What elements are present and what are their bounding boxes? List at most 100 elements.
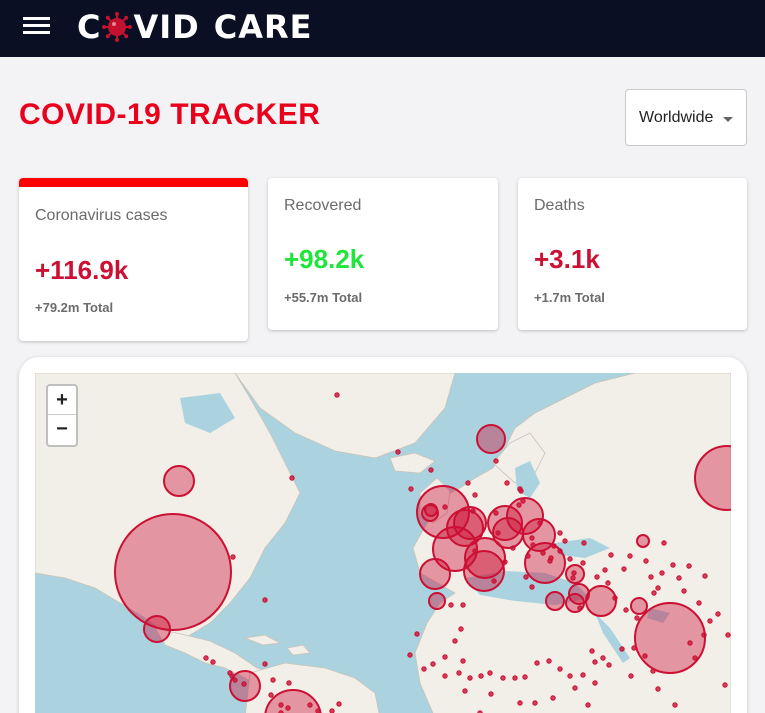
case-circle[interactable] [448,602,454,608]
case-circle[interactable] [550,695,556,701]
zoom-out-button[interactable]: − [48,415,76,444]
case-circle[interactable] [453,506,487,540]
case-circle[interactable] [395,449,401,455]
case-circle[interactable] [594,574,600,580]
case-circle[interactable] [659,570,665,576]
case-circle[interactable] [516,502,522,508]
case-circle[interactable] [430,661,436,667]
case-circle[interactable] [270,677,276,683]
case-circle[interactable] [232,677,238,683]
case-circle[interactable] [581,540,587,546]
case-circle[interactable] [414,631,420,637]
case-circle[interactable] [472,548,478,554]
case-circle[interactable] [520,498,526,504]
case-circle[interactable] [478,673,484,679]
world-map[interactable] [35,373,731,713]
case-circle[interactable] [442,654,448,660]
case-circle[interactable] [557,530,563,536]
case-circle[interactable] [488,691,494,697]
case-circle[interactable] [643,558,649,564]
case-circle[interactable] [334,392,340,398]
case-circle[interactable] [545,591,565,611]
case-circle[interactable] [661,540,667,546]
case-circle[interactable] [307,702,313,708]
case-circle[interactable] [562,538,568,544]
case-circle[interactable] [655,686,661,692]
case-circle[interactable] [442,673,448,679]
case-circle[interactable] [463,550,505,592]
case-circle[interactable] [572,685,578,691]
case-circle[interactable] [630,597,648,615]
case-circle[interactable] [589,648,595,654]
case-circle[interactable] [707,618,713,624]
case-circle[interactable] [557,548,563,554]
cases-card[interactable]: Coronavirus cases +116.9k +79.2m Total [19,178,248,341]
case-circle[interactable] [602,567,608,573]
case-circle[interactable] [530,542,536,548]
case-circle[interactable] [612,595,618,601]
case-circle[interactable] [546,658,552,664]
case-circle[interactable] [452,638,458,644]
case-circle[interactable] [686,563,692,569]
case-circle[interactable] [642,653,648,659]
case-circle[interactable] [407,652,413,658]
case-circle[interactable] [619,646,625,652]
case-circle[interactable] [725,632,731,638]
case-circle[interactable] [114,513,232,631]
case-circle[interactable] [696,600,702,606]
case-circle[interactable] [540,550,546,556]
case-circle[interactable] [567,673,573,679]
case-circle[interactable] [548,555,554,561]
case-circle[interactable] [329,708,335,713]
country-select[interactable]: Worldwide [625,89,747,146]
case-circle[interactable] [424,503,438,517]
case-circle[interactable] [419,558,451,590]
case-circle[interactable] [510,545,516,551]
case-circle[interactable] [336,701,342,707]
case-circle[interactable] [577,605,583,611]
case-circle[interactable] [230,554,236,560]
case-circle[interactable] [621,566,627,572]
case-circle[interactable] [523,574,529,580]
case-circle[interactable] [512,675,518,681]
case-circle[interactable] [571,570,577,576]
deaths-card[interactable]: Deaths +3.1k +1.7m Total [518,178,747,330]
case-circle[interactable] [163,465,195,497]
case-circle[interactable] [289,475,295,481]
case-circle[interactable] [456,670,462,676]
case-circle[interactable] [285,705,291,711]
case-circle[interactable] [462,688,468,694]
case-circle[interactable] [460,602,466,608]
case-circle[interactable] [203,655,209,661]
case-circle[interactable] [715,611,721,617]
case-circle[interactable] [634,602,706,674]
case-circle[interactable] [529,535,535,541]
case-circle[interactable] [636,534,650,548]
case-circle[interactable] [504,480,510,486]
case-circle[interactable] [467,675,473,681]
case-circle[interactable] [585,585,617,617]
case-circle[interactable] [605,580,611,586]
case-circle[interactable] [567,556,573,562]
case-circle[interactable] [600,655,606,661]
recovered-card[interactable]: Recovered +98.2k +55.7m Total [268,178,498,330]
case-circle[interactable] [655,585,661,591]
case-circle[interactable] [262,661,268,667]
case-circle[interactable] [493,458,499,464]
case-circle[interactable] [262,597,268,603]
case-circle[interactable] [580,672,586,678]
case-circle[interactable] [529,584,535,590]
case-circle[interactable] [628,673,634,679]
case-circle[interactable] [634,615,640,621]
case-circle[interactable] [493,510,499,516]
case-circle[interactable] [487,670,493,676]
case-circle[interactable] [421,666,427,672]
case-circle[interactable] [687,640,693,646]
case-circle[interactable] [606,662,612,668]
case-circle[interactable] [517,700,523,706]
case-circle[interactable] [315,708,321,713]
case-circle[interactable] [532,700,538,706]
case-circle[interactable] [278,702,284,708]
case-circle[interactable] [557,666,563,672]
case-circle[interactable] [241,681,247,687]
